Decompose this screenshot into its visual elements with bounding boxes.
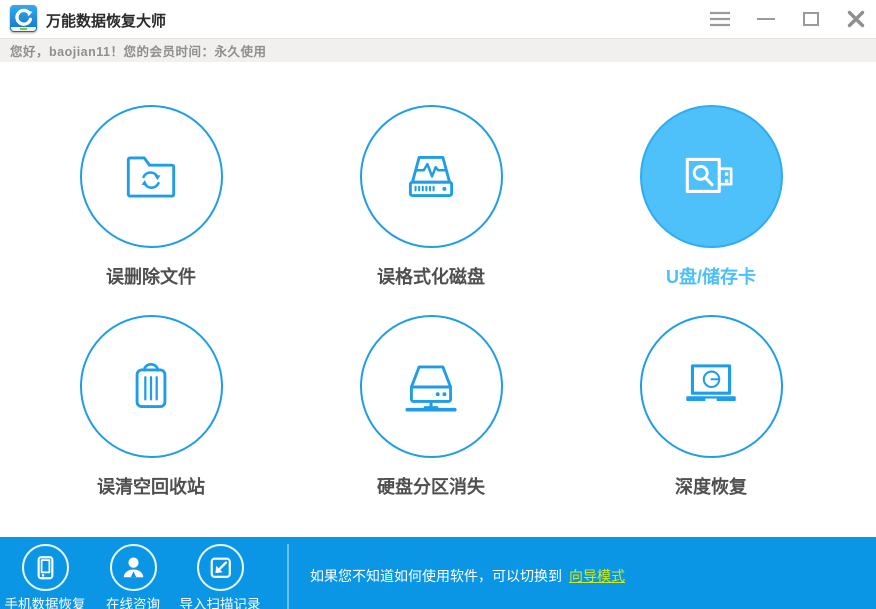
trash-icon xyxy=(135,362,167,408)
usb-search-icon xyxy=(685,157,733,193)
mode-emptied-recycle-bin[interactable]: 误清空回收站 xyxy=(11,315,291,499)
member-status-bar: 您好，baojian11！您的会员时间：永久使用 xyxy=(0,38,876,62)
window-title: 万能数据恢复大师 xyxy=(46,13,167,30)
action-circle xyxy=(196,544,244,591)
mode-deep-recovery[interactable]: 深度恢复 xyxy=(571,315,851,499)
action-label: 手机数据恢复 xyxy=(4,597,86,609)
footer-action-online-consult[interactable]: 在线咨询 xyxy=(89,544,177,609)
minimize-button[interactable] xyxy=(753,8,779,30)
action-circle xyxy=(21,544,69,591)
mode-circle xyxy=(79,315,223,458)
folder-recycle-icon xyxy=(126,155,176,198)
mode-circle xyxy=(359,315,503,458)
footer-hint: 如果您不知道如何使用软件，可以切换到 向导模式 xyxy=(310,537,625,609)
disk-network-icon xyxy=(405,364,457,412)
person-icon xyxy=(123,557,143,577)
mode-label: 误删除文件 xyxy=(106,267,196,287)
footer-bar: 手机数据恢复 在线咨询 导入扫描记录 如果您不知道如何使用软件，可以切换到 向导… xyxy=(0,537,876,609)
footer-divider xyxy=(287,544,289,609)
import-icon xyxy=(210,557,231,578)
mode-deleted-files[interactable]: 误删除文件 xyxy=(11,105,291,289)
hint-text: 如果您不知道如何使用软件，可以切换到 xyxy=(310,567,562,584)
laptop-clock-icon xyxy=(686,363,736,401)
mode-circle xyxy=(639,105,783,248)
mode-lost-partition[interactable]: 硬盘分区消失 xyxy=(291,315,571,499)
phone-icon xyxy=(37,555,53,579)
mode-circle xyxy=(79,105,223,248)
footer-action-phone-recovery[interactable]: 手机数据恢复 xyxy=(1,544,89,609)
mode-label: 误格式化磁盘 xyxy=(377,267,485,287)
mode-label: 误清空回收站 xyxy=(97,477,205,497)
disk-pulse-icon xyxy=(408,155,454,197)
wizard-mode-link[interactable]: 向导模式 xyxy=(569,566,625,586)
action-label: 在线咨询 xyxy=(106,597,160,609)
mode-circle xyxy=(639,315,783,458)
menu-icon[interactable] xyxy=(706,8,734,30)
mode-label: 深度恢复 xyxy=(675,477,747,497)
member-status-text: 您好，baojian11！您的会员时间：永久使用 xyxy=(10,45,267,59)
action-label: 导入扫描记录 xyxy=(179,597,261,609)
mode-usb-storage[interactable]: U盘/储存卡 xyxy=(571,105,851,289)
footer-action-import-scan-records[interactable]: 导入扫描记录 xyxy=(176,544,264,609)
mode-label: 硬盘分区消失 xyxy=(377,477,485,497)
app-logo-icon xyxy=(10,5,37,32)
maximize-button[interactable] xyxy=(798,8,824,30)
action-circle xyxy=(109,544,157,591)
mode-circle xyxy=(359,105,503,248)
close-button[interactable] xyxy=(842,6,870,31)
mode-label: U盘/储存卡 xyxy=(666,267,756,287)
mode-formatted-disk[interactable]: 误格式化磁盘 xyxy=(291,105,571,289)
app-window: 万能数据恢复大师 您好，baojian11！您的会员时间：永久使用 误删除文件 … xyxy=(0,0,876,609)
title-bar: 万能数据恢复大师 xyxy=(0,0,876,38)
